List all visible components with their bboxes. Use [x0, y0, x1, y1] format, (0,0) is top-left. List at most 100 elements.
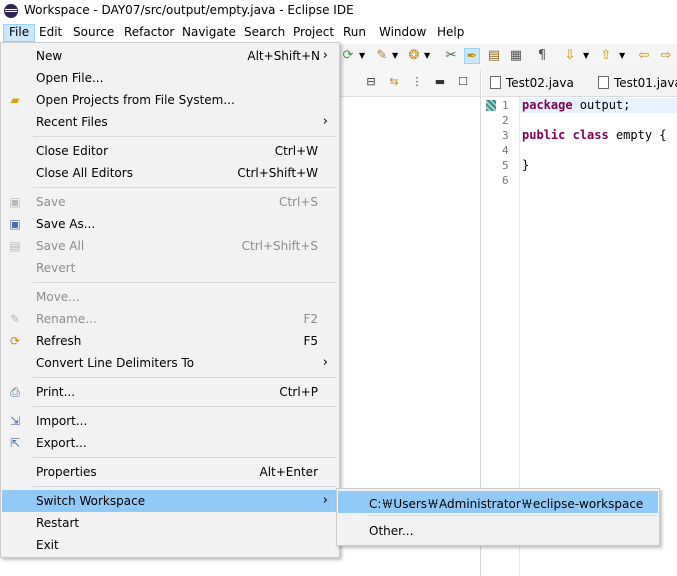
menu-separator [33, 136, 337, 137]
maximize-icon[interactable]: ☐ [456, 75, 470, 89]
menu-item-recent-files[interactable]: Recent Files › [2, 111, 338, 133]
minimize-icon[interactable]: ▬ [433, 75, 447, 89]
tab-test01[interactable]: Test01.java [598, 70, 677, 96]
rename-icon: ✎ [9, 312, 21, 326]
menu-item-save[interactable]: ▣ Save Ctrl+S [2, 191, 338, 213]
line-number: 1 [502, 99, 509, 112]
menu-item-open-file[interactable]: Open File... [2, 67, 338, 89]
code-line-3[interactable]: public class empty { [522, 128, 667, 142]
menu-separator [367, 515, 657, 516]
submenu-item-recent-workspace[interactable]: C:￦Users￦Administrator￦eclipse-workspace [338, 491, 658, 513]
refresh-icon: ⟳ [9, 334, 21, 348]
menu-separator [33, 457, 337, 458]
toggle-block-selection-icon[interactable]: ▤ [486, 48, 502, 64]
search-icon[interactable]: ❂ [406, 48, 422, 64]
menu-item-move[interactable]: Move... [2, 286, 338, 308]
collapse-all-icon[interactable]: ⊟ [364, 75, 378, 89]
menu-item-rename[interactable]: ✎ Rename... F2 [2, 308, 338, 330]
tab-label: Test01.java [614, 76, 677, 90]
menu-navigate[interactable]: Navigate [177, 24, 241, 42]
submenu-item-other[interactable]: Other... [338, 520, 658, 542]
folder-icon: ▰ [10, 93, 20, 107]
search-dropdown-icon[interactable]: ▼ [424, 49, 430, 63]
previous-annotation-dropdown-icon[interactable]: ▼ [619, 49, 625, 63]
menu-separator [33, 282, 337, 283]
menu-separator [33, 187, 337, 188]
open-type-icon[interactable]: ✎ [374, 48, 390, 64]
menu-item-refresh[interactable]: ⟳ Refresh F5 [2, 330, 338, 352]
menu-window[interactable]: Window [374, 24, 431, 42]
submenu-arrow-icon: › [322, 114, 328, 129]
line-number: 6 [502, 174, 509, 187]
menu-help[interactable]: Help [432, 24, 469, 42]
menu-item-switch-workspace[interactable]: Switch Workspace › [2, 490, 338, 512]
menu-item-revert[interactable]: Revert [2, 257, 338, 279]
menu-search[interactable]: Search [239, 24, 290, 42]
menu-item-print[interactable]: ⎙ Print... Ctrl+P [2, 381, 338, 403]
menu-project[interactable]: Project [288, 24, 339, 42]
menu-item-close-all-editors[interactable]: Close All Editors Ctrl+Shift+W [2, 162, 338, 184]
menu-item-export[interactable]: ⇱ Export... [2, 432, 338, 454]
word-wrap-icon[interactable]: ▦ [508, 48, 524, 64]
menu-item-save-as[interactable]: ▣ Save As... [2, 213, 338, 235]
menu-item-close-editor[interactable]: Close Editor Ctrl+W [2, 140, 338, 162]
submenu-arrow-icon: › [322, 48, 328, 63]
menu-item-import[interactable]: ⇲ Import... [2, 410, 338, 432]
previous-annotation-icon[interactable]: ⇧ [598, 48, 614, 64]
line-number: 3 [502, 129, 509, 142]
line-number: 2 [502, 114, 509, 127]
link-with-editor-icon[interactable]: ⇆ [387, 75, 401, 89]
menu-item-new[interactable]: New Alt+Shift+N › [2, 45, 338, 67]
toggle-breadcrumb-icon[interactable]: ✂ [443, 48, 459, 64]
menu-item-exit[interactable]: Exit [2, 534, 338, 556]
code-line-5[interactable]: } [522, 158, 529, 172]
next-annotation-icon[interactable]: ⇩ [562, 48, 578, 64]
editor-tab-bar: Test02.java Test01.java [482, 70, 677, 97]
line-number: 5 [502, 159, 509, 172]
show-whitespace-icon[interactable]: ¶ [534, 48, 550, 64]
view-toolbar: ⊟ ⇆ ⋮ ▬ ☐ [340, 70, 480, 97]
eclipse-logo-icon [4, 4, 18, 18]
menu-refactor[interactable]: Refactor [119, 24, 179, 42]
save-as-icon: ▣ [9, 217, 21, 231]
change-marker-icon [486, 100, 496, 111]
menu-edit[interactable]: Edit [34, 24, 67, 42]
menu-item-save-all[interactable]: ▤ Save All Ctrl+Shift+S [2, 235, 338, 257]
menu-source[interactable]: Source [68, 24, 119, 42]
menu-run[interactable]: Run [338, 24, 371, 42]
view-menu-icon[interactable]: ⋮ [410, 75, 424, 89]
open-type-dropdown-icon[interactable]: ▼ [392, 49, 398, 63]
menu-separator [33, 486, 337, 487]
forward-icon[interactable]: ⇨ [658, 48, 674, 64]
import-icon: ⇲ [9, 414, 21, 428]
export-icon: ⇱ [9, 436, 21, 450]
menu-item-restart[interactable]: Restart [2, 512, 338, 534]
next-annotation-dropdown-icon[interactable]: ▼ [583, 49, 589, 63]
back-icon[interactable]: ⇦ [636, 48, 652, 64]
tab-label: Test02.java [506, 76, 574, 90]
menu-separator [33, 406, 337, 407]
menu-item-open-projects[interactable]: ▰ Open Projects from File System... [2, 89, 338, 111]
menu-item-properties[interactable]: Properties Alt+Enter [2, 461, 338, 483]
menu-item-convert-line-delimiters[interactable]: Convert Line Delimiters To › [2, 352, 338, 374]
run-icon[interactable]: ⟳ [340, 48, 356, 64]
menu-bar: File Edit Source Refactor Navigate Searc… [0, 22, 677, 42]
submenu-arrow-icon: › [322, 355, 328, 370]
java-file-icon [490, 76, 501, 89]
tab-test02[interactable]: Test02.java [490, 70, 574, 96]
submenu-arrow-icon: › [322, 493, 328, 508]
save-all-icon: ▤ [9, 239, 21, 253]
run-dropdown-icon[interactable]: ▼ [359, 49, 365, 63]
file-menu-dropdown: New Alt+Shift+N › Open File... ▰ Open Pr… [0, 42, 340, 558]
print-icon: ⎙ [10, 385, 20, 399]
save-icon: ▣ [9, 195, 21, 209]
title-bar: Workspace - DAY07/src/output/empty.java … [0, 0, 677, 22]
java-file-icon [598, 76, 609, 89]
code-line-1[interactable]: package output; [522, 98, 630, 112]
menu-file[interactable]: File [3, 24, 36, 42]
mark-occurrences-icon[interactable]: ✒ [464, 48, 480, 64]
switch-workspace-submenu: C:￦Users￦Administrator￦eclipse-workspace… [336, 488, 660, 546]
window-title: Workspace - DAY07/src/output/empty.java … [24, 3, 354, 17]
main-toolbar: ⟳ ▼ ✎ ▼ ❂ ▼ ✂ ✒ ▤ ▦ ¶ ⇩ ▼ ⇧ ▼ ⇦ ⇨ [340, 44, 677, 70]
menu-separator [33, 377, 337, 378]
